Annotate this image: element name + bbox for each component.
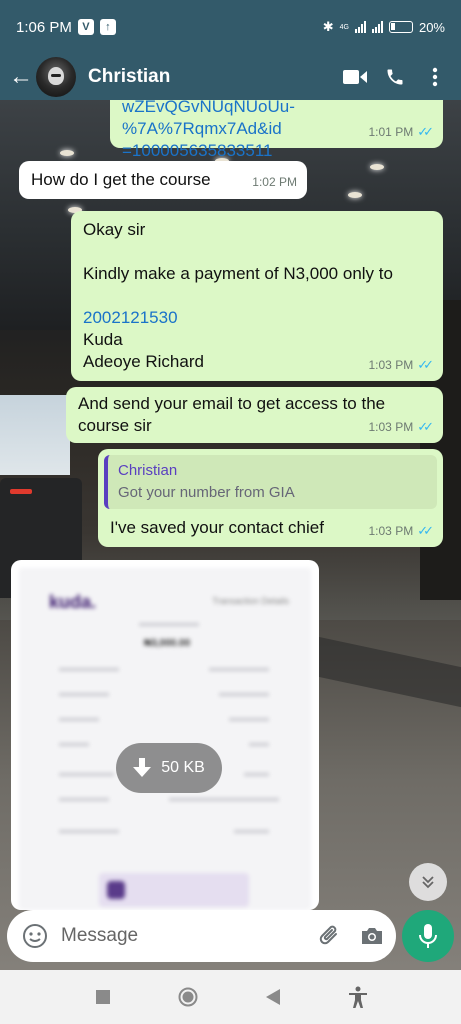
receipt-amount: ₦3,000.00 [144, 638, 191, 649]
message-bubble-outgoing-reply[interactable]: Christian Got your number from GIA I've … [98, 449, 443, 547]
message-line: Okay sir [83, 220, 146, 239]
receipt-line [59, 743, 89, 746]
wallpaper-light [60, 150, 74, 156]
message-bubble-outgoing[interactable]: Okay sir Kindly make a payment of N3,000… [71, 211, 443, 381]
receipt-line [209, 668, 269, 671]
message-time: 1:03 PM [368, 420, 414, 434]
message-input[interactable] [61, 925, 312, 947]
message-line: And send your email to get access to the [78, 394, 386, 413]
battery-level: 20% [418, 19, 445, 35]
more-options-icon[interactable] [415, 57, 455, 97]
download-button[interactable]: 50 KB [116, 743, 222, 793]
message-text: I've saved your contact chief [110, 518, 324, 537]
upload-notification-icon: ↑ [99, 19, 116, 35]
image-attachment[interactable]: kuda. Transaction Details ₦3,000.00 [11, 560, 319, 910]
microphone-icon [419, 924, 437, 948]
signal-icon [354, 21, 366, 33]
back-button[interactable] [253, 977, 293, 1017]
receipt-line [249, 743, 269, 746]
read-ticks-icon: ✓✓ [417, 419, 434, 434]
message-bubble-incoming[interactable]: How do I get the course 1:02 PM [19, 161, 307, 199]
receipt-line [219, 693, 269, 696]
message-time: 1:01 PM [368, 125, 414, 139]
receipt-line [169, 798, 279, 801]
status-time: 1:06 PM [16, 18, 72, 36]
wallpaper-window [0, 395, 70, 475]
network-type: 4G [339, 23, 349, 31]
account-name: Adeoye Richard [83, 352, 204, 371]
quoted-message[interactable]: Christian Got your number from GIA [104, 455, 437, 509]
receipt-line [59, 668, 119, 671]
message-line: course sir [78, 416, 152, 435]
signal-icon-2 [371, 21, 383, 33]
message-time: 1:03 PM [368, 524, 414, 538]
receipt-line [59, 798, 109, 801]
receipt-line [229, 718, 269, 721]
file-size: 50 KB [161, 759, 205, 776]
recents-button[interactable] [83, 977, 123, 1017]
battery-icon [388, 21, 413, 33]
message-line: Kindly make a payment of N3,000 only to [83, 264, 393, 283]
chat-header-front: ← Christian [0, 54, 461, 100]
read-ticks-icon: ✓✓ [417, 523, 434, 538]
system-navigation-bar [0, 970, 461, 1024]
video-call-icon[interactable] [335, 57, 375, 97]
message-bubble-outgoing[interactable]: And send your email to get access to the… [66, 387, 443, 443]
wallpaper-car-light [10, 489, 32, 494]
receipt-line [244, 773, 269, 776]
wallpaper-light [370, 164, 384, 170]
contact-name[interactable]: Christian [88, 66, 335, 88]
receipt-banner [99, 873, 249, 907]
receipt-line [139, 623, 199, 626]
receipt-logo: kuda. [49, 592, 97, 612]
message-meta: 1:03 PM ✓✓ [369, 520, 434, 542]
accessibility-icon[interactable] [338, 977, 378, 1017]
account-number-link[interactable]: 2002121530 [83, 307, 393, 329]
status-bar: 1:06 PM V ↑ ✱ 4G 20% [0, 0, 461, 54]
attachment-icon[interactable] [312, 924, 348, 948]
emoji-icon[interactable] [15, 923, 55, 949]
message-time: 1:02 PM [252, 175, 297, 189]
mic-button[interactable] [402, 910, 454, 962]
message-meta: 1:03 PM ✓✓ [369, 416, 434, 438]
status-left: 1:06 PM V ↑ [16, 19, 116, 36]
message-composer [7, 910, 396, 962]
camera-icon[interactable] [354, 926, 390, 946]
read-ticks-icon: ✓✓ [417, 357, 434, 372]
message-time: 1:03 PM [368, 358, 414, 372]
message-text: How do I get the course [31, 170, 211, 189]
receipt-line [59, 773, 114, 776]
receipt-line [59, 830, 119, 833]
receipt-preview-blurred: kuda. Transaction Details ₦3,000.00 [19, 568, 311, 910]
double-chevron-down-icon [422, 876, 434, 889]
back-arrow-icon[interactable]: ← [6, 63, 36, 91]
receipt-line [59, 718, 99, 721]
status-right: ✱ 4G 20% [323, 19, 445, 35]
message-text: And send your email to get access to the… [78, 393, 385, 437]
bluetooth-icon: ✱ [322, 19, 334, 34]
receipt-header: Transaction Details [212, 596, 289, 606]
receipt-line [59, 693, 109, 696]
voice-call-icon[interactable] [375, 57, 415, 97]
receipt-line [234, 830, 269, 833]
wallpaper-light [348, 192, 362, 198]
download-icon [133, 758, 152, 777]
home-button[interactable] [168, 977, 208, 1017]
quoted-sender: Christian [118, 462, 178, 479]
read-ticks-icon: ✓✓ [417, 124, 434, 139]
scroll-to-bottom-button[interactable] [409, 863, 447, 901]
link-line-2[interactable]: =100005635833511 [122, 140, 443, 162]
message-meta: 1:01 PM ✓✓ [369, 121, 434, 143]
vpn-icon: V [77, 19, 94, 35]
message-meta: 1:02 PM [252, 171, 297, 193]
contact-avatar[interactable] [36, 57, 76, 97]
message-meta: 1:03 PM ✓✓ [369, 354, 434, 376]
bank-name: Kuda [83, 330, 123, 349]
message-text: Okay sir Kindly make a payment of N3,000… [83, 219, 393, 373]
quoted-text: Got your number from GIA [118, 484, 295, 501]
